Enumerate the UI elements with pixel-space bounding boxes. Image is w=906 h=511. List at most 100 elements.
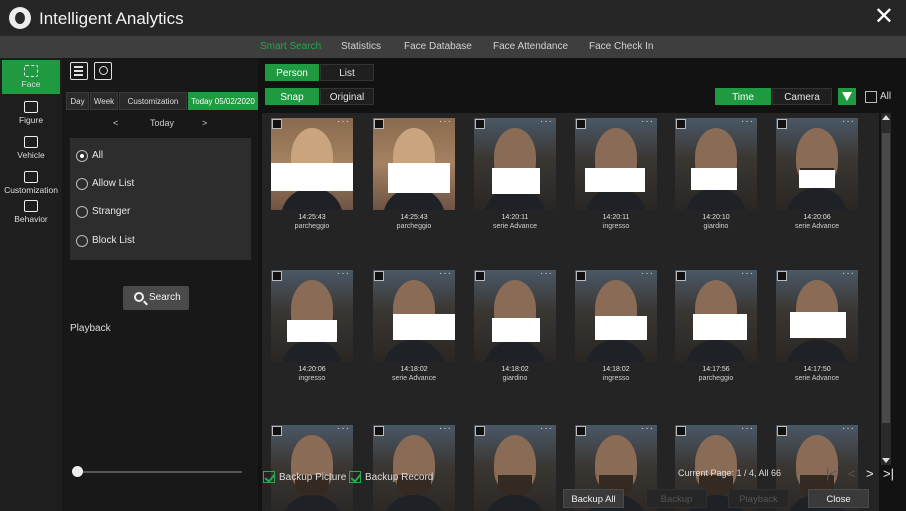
more-options-icon[interactable]: ··· [641, 268, 654, 279]
slider-knob[interactable] [72, 466, 83, 477]
result-checkbox[interactable] [576, 426, 586, 436]
face-snapshot[interactable] [373, 425, 455, 511]
radio-allow-list[interactable]: Allow List [76, 177, 226, 193]
more-options-icon[interactable]: ··· [741, 116, 754, 127]
face-snapshot[interactable] [776, 118, 858, 210]
face-snapshot[interactable] [675, 270, 757, 362]
result-checkbox[interactable] [272, 271, 282, 281]
last-page-button[interactable]: >| [883, 466, 894, 481]
face-snapshot[interactable] [474, 118, 556, 210]
close-button[interactable]: Close [808, 489, 869, 508]
more-options-icon[interactable]: ··· [439, 423, 452, 434]
results-scrollbar[interactable] [881, 113, 891, 465]
tab-face-database[interactable]: Face Database [404, 41, 472, 52]
result-checkbox[interactable] [777, 119, 787, 129]
scroll-down-icon[interactable] [882, 458, 890, 463]
tab-statistics[interactable]: Statistics [341, 41, 381, 52]
list-view-button[interactable]: List [320, 64, 374, 81]
today-date-button[interactable]: Today 05/02/2020 [188, 92, 258, 110]
result-card[interactable]: ··· 14:25:43 parcheggio [271, 116, 353, 230]
face-snapshot[interactable] [575, 118, 657, 210]
face-snapshot[interactable] [675, 118, 757, 210]
more-options-icon[interactable]: ··· [842, 268, 855, 279]
result-checkbox[interactable] [374, 271, 384, 281]
prev-day-button[interactable]: < [113, 118, 118, 128]
result-checkbox[interactable] [576, 271, 586, 281]
more-options-icon[interactable]: ··· [540, 268, 553, 279]
more-options-icon[interactable]: ··· [439, 116, 452, 127]
result-card[interactable]: ··· 14:20:06 serie Advance [776, 116, 858, 230]
more-options-icon[interactable]: ··· [540, 116, 553, 127]
result-card[interactable]: ··· 14:20:11 ingresso [575, 116, 657, 230]
playback-slider[interactable] [72, 466, 242, 477]
tab-face-attendance[interactable]: Face Attendance [493, 41, 568, 52]
result-card[interactable]: ··· 14:20:11 serie Advance [474, 116, 556, 230]
result-checkbox[interactable] [272, 426, 282, 436]
radio-stranger[interactable]: Stranger [76, 205, 226, 221]
filter-icon[interactable] [838, 88, 856, 105]
nav-item-figure[interactable]: Figure [2, 96, 60, 130]
nav-item-vehicle[interactable]: Vehicle [2, 131, 60, 165]
result-checkbox[interactable] [272, 119, 282, 129]
next-page-button[interactable]: > [866, 466, 874, 481]
result-card[interactable]: ··· 14:17:50 serie Advance [776, 268, 858, 382]
result-card[interactable]: ··· 14:20:06 ingresso [271, 268, 353, 382]
face-snapshot[interactable] [474, 270, 556, 362]
scroll-thumb[interactable] [882, 133, 890, 423]
backup-button[interactable]: Backup [646, 489, 707, 508]
more-options-icon[interactable]: ··· [337, 268, 350, 279]
select-all-checkbox[interactable] [865, 91, 877, 103]
more-options-icon[interactable]: ··· [439, 268, 452, 279]
face-snapshot[interactable] [373, 118, 455, 210]
more-options-icon[interactable]: ··· [641, 423, 654, 434]
playback-button[interactable]: Playback [728, 489, 789, 508]
search-button[interactable]: Search [123, 286, 189, 310]
customization-button[interactable]: Customization [119, 92, 187, 110]
prev-page-button[interactable]: < [848, 466, 856, 481]
first-page-button[interactable]: |< [826, 466, 837, 481]
face-snapshot[interactable] [474, 425, 556, 511]
face-snapshot[interactable] [271, 425, 353, 511]
face-snapshot[interactable] [373, 270, 455, 362]
more-options-icon[interactable]: ··· [842, 423, 855, 434]
face-snapshot[interactable] [271, 270, 353, 362]
face-snapshot[interactable] [575, 270, 657, 362]
radio-block-list[interactable]: Block List [76, 234, 226, 250]
result-checkbox[interactable] [374, 119, 384, 129]
radio-all[interactable]: All [76, 149, 226, 165]
result-checkbox[interactable] [676, 426, 686, 436]
result-checkbox[interactable] [576, 119, 586, 129]
nav-item-face[interactable]: Face [2, 60, 60, 94]
result-card[interactable]: ··· [474, 423, 556, 511]
backup-all-button[interactable]: Backup All [563, 489, 624, 508]
result-checkbox[interactable] [475, 426, 485, 436]
result-card[interactable]: ··· 14:18:02 giardino [474, 268, 556, 382]
day-button[interactable]: Day [66, 92, 89, 110]
tab-face-check-in[interactable]: Face Check In [589, 41, 653, 52]
face-snapshot[interactable] [776, 270, 858, 362]
result-card[interactable]: ··· 14:17:56 parcheggio [675, 268, 757, 382]
result-checkbox[interactable] [374, 426, 384, 436]
result-checkbox[interactable] [676, 271, 686, 281]
snap-button[interactable]: Snap [265, 88, 319, 105]
result-card[interactable]: ··· 14:20:10 giardino [675, 116, 757, 230]
more-options-icon[interactable]: ··· [337, 116, 350, 127]
more-options-icon[interactable]: ··· [540, 423, 553, 434]
next-day-button[interactable]: > [202, 118, 207, 128]
more-options-icon[interactable]: ··· [741, 423, 754, 434]
nav-item-behavior[interactable]: Behavior [2, 195, 60, 229]
scroll-up-icon[interactable] [882, 115, 890, 120]
more-options-icon[interactable]: ··· [842, 116, 855, 127]
week-button[interactable]: Week [90, 92, 118, 110]
tab-smart-search[interactable]: Smart Search [260, 41, 321, 52]
person-view-button[interactable]: Person [265, 64, 319, 81]
sort-time-button[interactable]: Time [715, 88, 771, 105]
face-snapshot[interactable] [271, 118, 353, 210]
result-card[interactable]: ··· 14:18:02 ingresso [575, 268, 657, 382]
sort-camera-button[interactable]: Camera [772, 88, 832, 105]
result-card[interactable]: ··· [373, 423, 455, 511]
result-card[interactable]: ··· [271, 423, 353, 511]
result-checkbox[interactable] [475, 271, 485, 281]
result-checkbox[interactable] [777, 271, 787, 281]
result-checkbox[interactable] [777, 426, 787, 436]
